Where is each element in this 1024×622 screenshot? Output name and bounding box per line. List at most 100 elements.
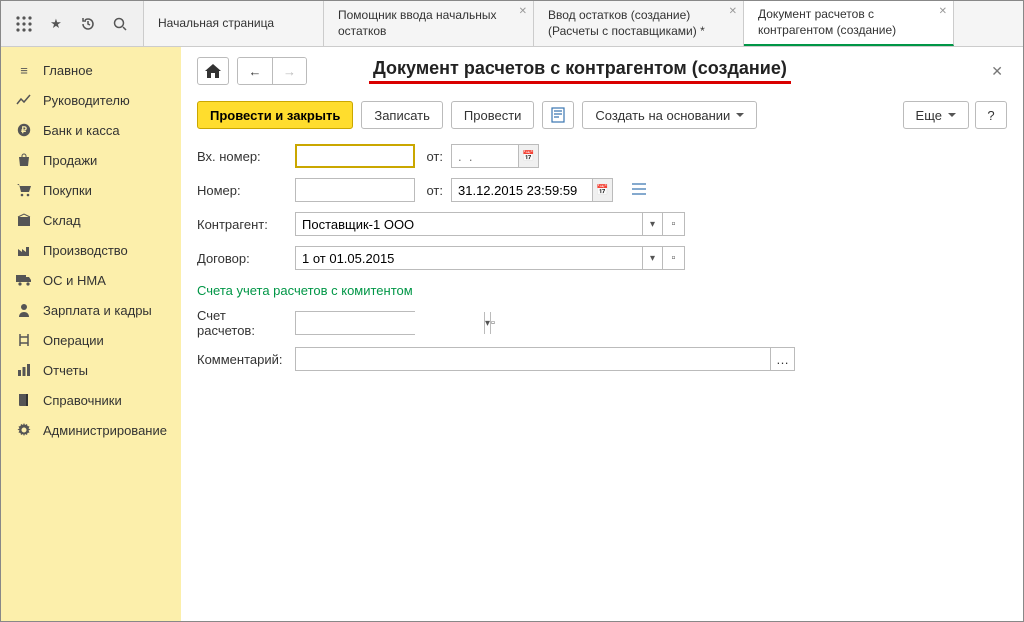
sidebar-item-warehouse[interactable]: Склад <box>1 205 181 235</box>
sidebar-item-bank[interactable]: ₽ Банк и касса <box>1 115 181 145</box>
tab-label: Помощник ввода начальных остатков <box>338 8 509 39</box>
page-title: Документ расчетов с контрагентом (создан… <box>369 58 791 84</box>
cart-icon <box>15 182 33 198</box>
tab-assistant[interactable]: Помощник ввода начальных остатков ✕ <box>324 1 534 46</box>
sidebar-item-label: Справочники <box>43 393 122 408</box>
more-button[interactable]: Еще <box>903 101 969 129</box>
tab-document[interactable]: Документ расчетов с контрагентом (создан… <box>744 1 954 46</box>
book-icon <box>15 392 33 408</box>
menu-icon: ≡ <box>15 62 33 78</box>
sidebar-item-operations[interactable]: Операции <box>1 325 181 355</box>
svg-text:₽: ₽ <box>21 125 27 135</box>
bag-icon <box>15 152 33 168</box>
sidebar: ≡Главное Руководителю ₽ Банк и касса Прод… <box>1 47 181 621</box>
sidebar-item-label: Руководителю <box>43 93 130 108</box>
sidebar-item-production[interactable]: Производство <box>1 235 181 265</box>
sidebar-item-admin[interactable]: Администрирование <box>1 415 181 445</box>
sidebar-item-label: Отчеты <box>43 363 88 378</box>
sidebar-item-label: Администрирование <box>43 423 167 438</box>
sidebar-item-reports[interactable]: Отчеты <box>1 355 181 385</box>
account-input[interactable] <box>296 312 484 334</box>
sidebar-item-salary[interactable]: Зарплата и кадры <box>1 295 181 325</box>
number-label: Номер: <box>197 183 287 198</box>
sidebar-item-label: Зарплата и кадры <box>43 303 152 318</box>
contract-label: Договор: <box>197 251 287 266</box>
ruble-icon: ₽ <box>15 122 33 138</box>
search-icon[interactable] <box>111 15 129 33</box>
sidebar-item-main[interactable]: ≡Главное <box>1 55 181 85</box>
truck-icon <box>15 272 33 288</box>
sidebar-item-label: Производство <box>43 243 128 258</box>
open-icon[interactable]: ▫ <box>490 312 495 334</box>
ops-icon <box>15 332 33 348</box>
date-input[interactable] <box>452 179 592 201</box>
account-label: Счет расчетов: <box>197 308 287 338</box>
box-icon <box>15 212 33 228</box>
accounts-section-link[interactable]: Счета учета расчетов с комитентом <box>197 283 1007 298</box>
document-icon-button[interactable] <box>542 101 574 129</box>
post-button[interactable]: Провести <box>451 101 535 129</box>
trend-icon <box>15 92 33 108</box>
comment-field[interactable]: … <box>295 347 795 371</box>
history-icon[interactable] <box>79 15 97 33</box>
tab-label: Документ расчетов с контрагентом (создан… <box>758 7 929 38</box>
star-icon[interactable]: ★ <box>47 15 65 33</box>
incoming-date-input[interactable] <box>452 145 518 167</box>
ellipsis-icon[interactable]: … <box>770 348 794 370</box>
number-input[interactable] <box>295 178 415 202</box>
sidebar-item-label: Операции <box>43 333 104 348</box>
tab-home[interactable]: Начальная страница <box>144 1 324 46</box>
sidebar-item-label: ОС и НМА <box>43 273 106 288</box>
factory-icon <box>15 242 33 258</box>
sidebar-item-label: Покупки <box>43 183 92 198</box>
tab-label: Ввод остатков (создание) (Расчеты с пост… <box>548 8 719 39</box>
create-based-button[interactable]: Создать на основании <box>582 101 757 129</box>
contract-field[interactable]: ▾ ▫ <box>295 246 685 270</box>
contract-input[interactable] <box>296 247 642 269</box>
comment-label: Комментарий: <box>197 352 287 367</box>
gear-icon <box>15 422 33 438</box>
sidebar-item-assets[interactable]: ОС и НМА <box>1 265 181 295</box>
sidebar-item-purchases[interactable]: Покупки <box>1 175 181 205</box>
nav-arrows: ← → <box>237 57 307 85</box>
sidebar-item-references[interactable]: Справочники <box>1 385 181 415</box>
tab-balance-entry[interactable]: Ввод остатков (создание) (Расчеты с пост… <box>534 1 744 46</box>
incoming-number-input[interactable] <box>295 144 415 168</box>
close-button[interactable]: ✕ <box>987 59 1007 84</box>
forward-button[interactable]: → <box>272 58 306 84</box>
sidebar-item-sales[interactable]: Продажи <box>1 145 181 175</box>
sidebar-item-label: Банк и касса <box>43 123 120 138</box>
post-and-close-button[interactable]: Провести и закрыть <box>197 101 353 129</box>
close-icon[interactable]: ✕ <box>939 5 947 18</box>
close-icon[interactable]: ✕ <box>729 5 737 18</box>
close-icon[interactable]: ✕ <box>519 5 527 18</box>
counterparty-input[interactable] <box>296 213 642 235</box>
help-button[interactable]: ? <box>975 101 1007 129</box>
comment-input[interactable] <box>296 348 770 370</box>
chart-icon <box>15 362 33 378</box>
open-icon[interactable]: ▫ <box>662 247 684 269</box>
sidebar-item-label: Продажи <box>43 153 97 168</box>
back-button[interactable]: ← <box>238 58 272 84</box>
apps-icon[interactable] <box>15 15 33 33</box>
save-button[interactable]: Записать <box>361 101 443 129</box>
home-button[interactable] <box>197 57 229 85</box>
counterparty-field[interactable]: ▾ ▫ <box>295 212 685 236</box>
from-label-2: от: <box>423 183 443 198</box>
from-label: от: <box>423 149 443 164</box>
calendar-icon[interactable]: 📅 <box>592 179 612 201</box>
incoming-date-field[interactable]: 📅 <box>451 144 539 168</box>
tab-label: Начальная страница <box>158 16 299 32</box>
open-icon[interactable]: ▫ <box>662 213 684 235</box>
lines-icon[interactable] <box>631 182 647 199</box>
sidebar-item-label: Склад <box>43 213 81 228</box>
counterparty-label: Контрагент: <box>197 217 287 232</box>
account-field[interactable]: ▾ ▫ <box>295 311 415 335</box>
calendar-icon[interactable]: 📅 <box>518 145 538 167</box>
chevron-down-icon[interactable]: ▾ <box>642 247 662 269</box>
sidebar-item-manager[interactable]: Руководителю <box>1 85 181 115</box>
chevron-down-icon[interactable]: ▾ <box>642 213 662 235</box>
incoming-number-label: Вх. номер: <box>197 149 287 164</box>
person-icon <box>15 302 33 318</box>
date-field[interactable]: 📅 <box>451 178 613 202</box>
